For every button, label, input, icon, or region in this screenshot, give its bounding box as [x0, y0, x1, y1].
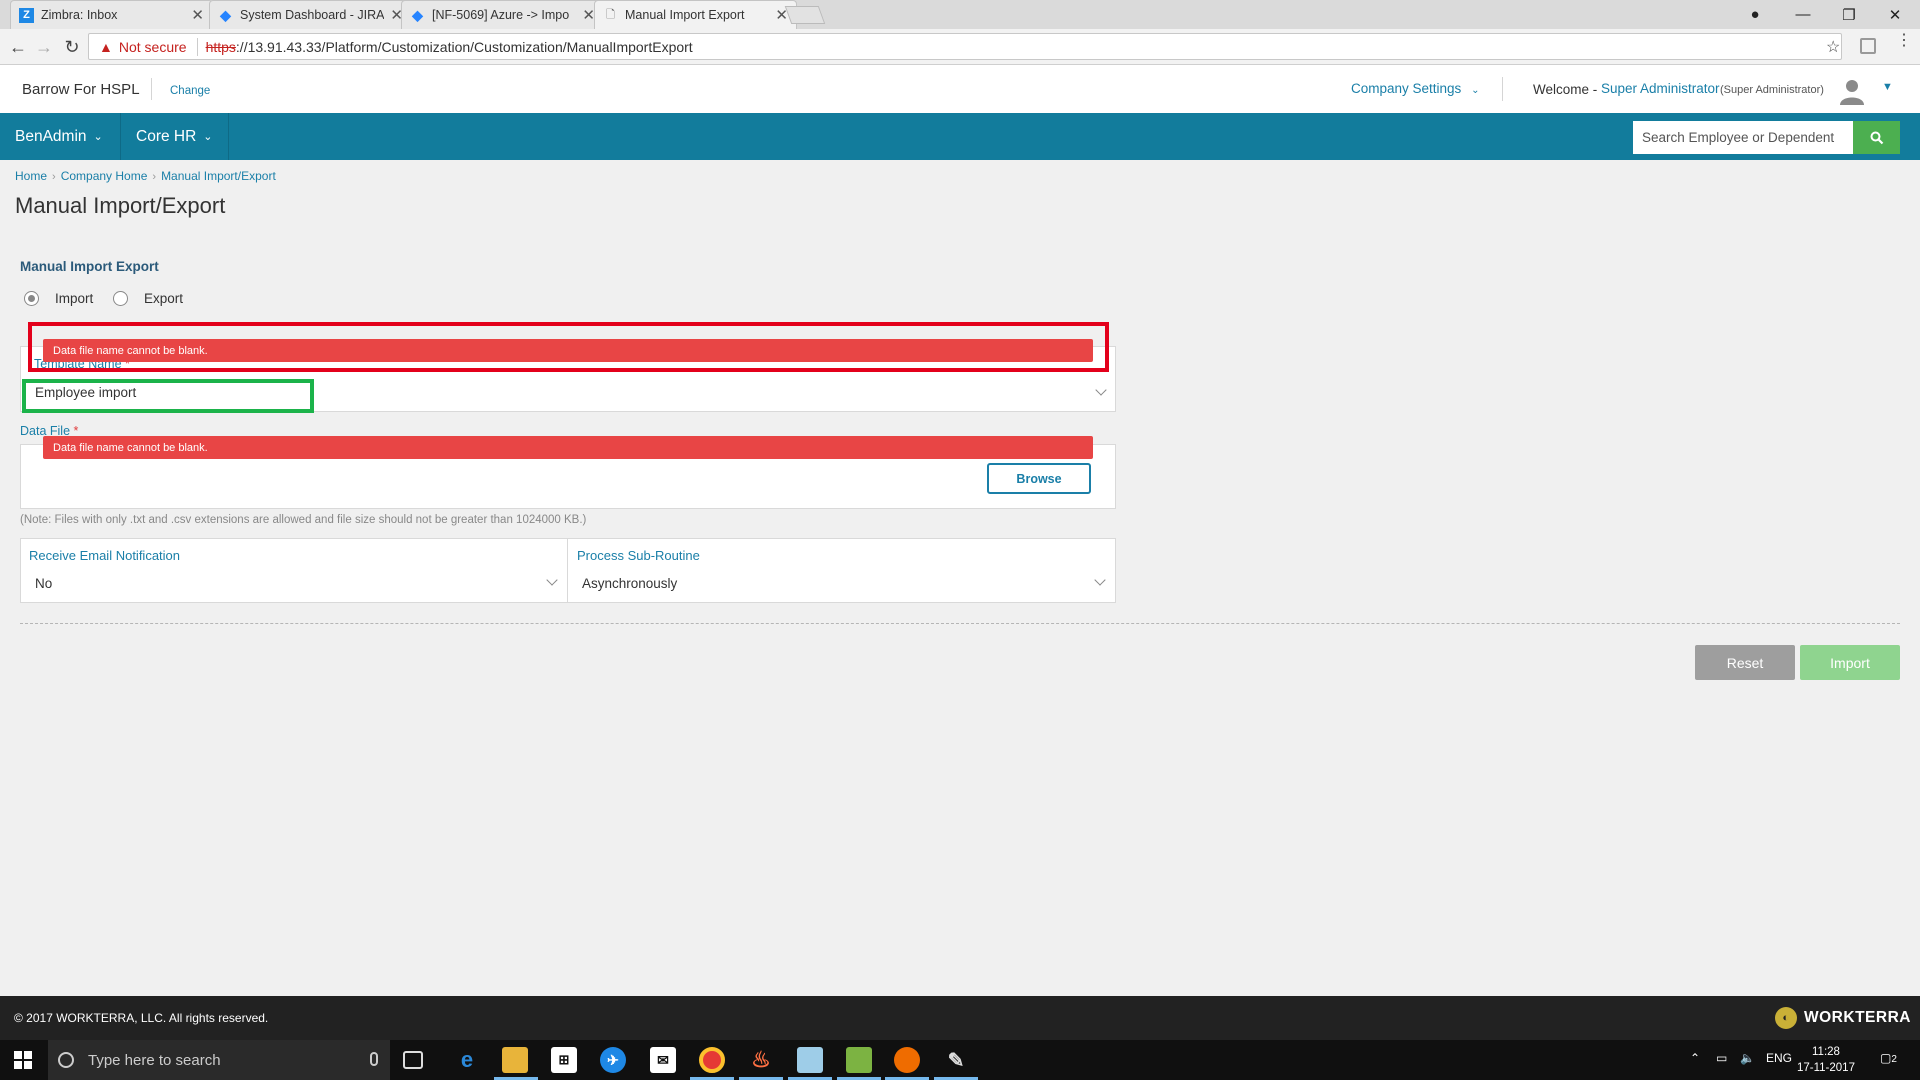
- browser-tab-jira-dashboard[interactable]: ◆ System Dashboard - JIRA ✕: [209, 0, 412, 29]
- change-company-link[interactable]: Change: [170, 85, 210, 97]
- breadcrumb-current[interactable]: Manual Import/Export: [161, 169, 276, 183]
- bookmark-star-icon[interactable]: ☆: [1826, 37, 1840, 57]
- chevron-down-icon: ⌄: [203, 131, 213, 143]
- user-name-link[interactable]: Super Administrator: [1601, 81, 1720, 96]
- page-footer: © 2017 WORKTERRA, LLC. All rights reserv…: [0, 996, 1920, 1040]
- breadcrumb: Home › Company Home › Manual Import/Export: [15, 169, 276, 183]
- chevron-down-icon: ⌄: [93, 131, 103, 143]
- company-settings-menu[interactable]: Company Settings ⌄: [1351, 81, 1479, 96]
- process-subroutine-label: Process Sub-Routine: [577, 548, 700, 563]
- tray-chevron-up-icon[interactable]: ⌃: [1690, 1051, 1700, 1065]
- safari-icon[interactable]: ✈: [600, 1047, 626, 1073]
- highlight-box-green: [22, 379, 314, 413]
- chevron-down-icon: ⌄: [1471, 85, 1480, 96]
- extension-icon[interactable]: [1860, 38, 1876, 54]
- nav-core-hr[interactable]: Core HR ⌄: [121, 113, 228, 160]
- chrome-icon[interactable]: [699, 1047, 725, 1073]
- reload-icon[interactable]: ↻: [60, 35, 84, 59]
- taskbar-search[interactable]: Type here to search: [48, 1040, 390, 1080]
- edge-icon[interactable]: e: [454, 1047, 480, 1073]
- browser-tab-jira-issue[interactable]: ◆ [NF-5069] Azure -> Impo ✕: [401, 0, 604, 29]
- warning-icon: ▲: [99, 38, 113, 55]
- chevron-down-icon[interactable]: ▼: [1882, 81, 1893, 93]
- copyright: © 2017 WORKTERRA, LLC. All rights reserv…: [14, 1011, 269, 1025]
- app-flame-icon[interactable]: ♨: [748, 1047, 774, 1073]
- highlight-box-red: [28, 322, 1109, 372]
- mail-icon[interactable]: ✉: [650, 1047, 676, 1073]
- profile-icon[interactable]: ●: [1733, 0, 1777, 29]
- file-explorer-icon[interactable]: [502, 1047, 528, 1073]
- browser-tab-manual-import[interactable]: 🗋 Manual Import Export ✕: [594, 0, 797, 29]
- reset-button[interactable]: Reset: [1695, 645, 1795, 680]
- back-icon[interactable]: ←: [6, 35, 30, 59]
- export-radio-label[interactable]: Export: [144, 291, 183, 306]
- language-indicator[interactable]: ENG: [1766, 1051, 1792, 1065]
- cortana-icon: [58, 1052, 74, 1068]
- email-notification-value: No: [35, 576, 53, 591]
- breadcrumb-home[interactable]: Home: [15, 169, 47, 183]
- jira-icon: ◆: [220, 6, 231, 23]
- nav-benadmin[interactable]: BenAdmin ⌄: [0, 113, 118, 160]
- import-radio-label[interactable]: Import: [55, 291, 93, 306]
- export-radio[interactable]: [113, 291, 128, 306]
- close-icon[interactable]: ✕: [191, 6, 204, 24]
- app-header: Barrow For HSPL Change Company Settings …: [0, 65, 1920, 113]
- email-notification-label: Receive Email Notification: [29, 548, 181, 563]
- notepad-icon[interactable]: [797, 1047, 823, 1073]
- user-role: (Super Administrator): [1720, 84, 1824, 96]
- workterra-logo: ◐ WORKTERRA: [1775, 1007, 1911, 1029]
- import-button[interactable]: Import: [1800, 645, 1900, 680]
- divider: [20, 623, 1900, 624]
- search-icon: [1870, 131, 1883, 144]
- paint-icon[interactable]: ✎: [943, 1047, 969, 1073]
- address-bar[interactable]: ▲ Not secure https ://13.91.43.33/Platfo…: [88, 33, 1842, 60]
- section-title: Manual Import Export: [20, 259, 159, 274]
- forward-icon[interactable]: →: [32, 35, 56, 59]
- window-close-icon[interactable]: ✕: [1873, 0, 1917, 29]
- minimize-icon[interactable]: —: [1781, 0, 1825, 29]
- avatar[interactable]: [1838, 77, 1866, 105]
- windows-taskbar: Type here to search e ⊞ ✈ ✉ ♨ ✎ ⌃ ▭ 🔈 EN…: [0, 1040, 1920, 1080]
- welcome-label: Welcome -: [1533, 82, 1598, 97]
- breadcrumb-company-home[interactable]: Company Home: [61, 169, 148, 183]
- process-subroutine-value: Asynchronously: [582, 576, 678, 591]
- firefox-icon[interactable]: [894, 1047, 920, 1073]
- spreadsheet-icon[interactable]: [846, 1047, 872, 1073]
- volume-icon[interactable]: 🔈: [1740, 1051, 1755, 1065]
- jira-icon: ◆: [412, 6, 423, 23]
- new-tab-button[interactable]: [784, 6, 826, 24]
- zimbra-icon: Z: [19, 7, 34, 23]
- browse-button[interactable]: Browse: [987, 463, 1091, 494]
- employee-search-input[interactable]: [1633, 121, 1853, 154]
- page-icon: 🗋: [606, 8, 615, 21]
- clock[interactable]: 11:28 17-11-2017: [1797, 1044, 1855, 1076]
- store-icon[interactable]: ⊞: [551, 1047, 577, 1073]
- browser-tab-bar: Z Zimbra: Inbox ✕ ◆ System Dashboard - J…: [0, 0, 1920, 29]
- browser-tab-zimbra[interactable]: Z Zimbra: Inbox ✕: [10, 0, 213, 29]
- import-radio[interactable]: [24, 291, 39, 306]
- file-note: (Note: Files with only .txt and .csv ext…: [20, 514, 587, 526]
- main-nav: BenAdmin ⌄ Core HR ⌄: [0, 113, 1920, 160]
- search-button[interactable]: [1853, 121, 1900, 154]
- restore-icon[interactable]: ❐: [1827, 0, 1871, 29]
- company-name: Barrow For HSPL: [22, 81, 140, 98]
- page-title: Manual Import/Export: [15, 193, 226, 218]
- windows-start-icon[interactable]: [14, 1051, 32, 1069]
- network-icon[interactable]: ▭: [1716, 1051, 1727, 1065]
- task-view-icon[interactable]: [403, 1051, 423, 1069]
- notifications-icon[interactable]: ▢2: [1880, 1051, 1897, 1065]
- data-file-error-message: Data file name cannot be blank.: [43, 436, 1093, 459]
- microphone-icon[interactable]: [370, 1052, 378, 1066]
- address-bar-row: ← → ↻ ▲ Not secure https ://13.91.43.33/…: [0, 29, 1920, 65]
- workterra-logo-icon: ◐: [1775, 1007, 1797, 1029]
- browser-menu-icon[interactable]: ⋮: [1896, 33, 1912, 49]
